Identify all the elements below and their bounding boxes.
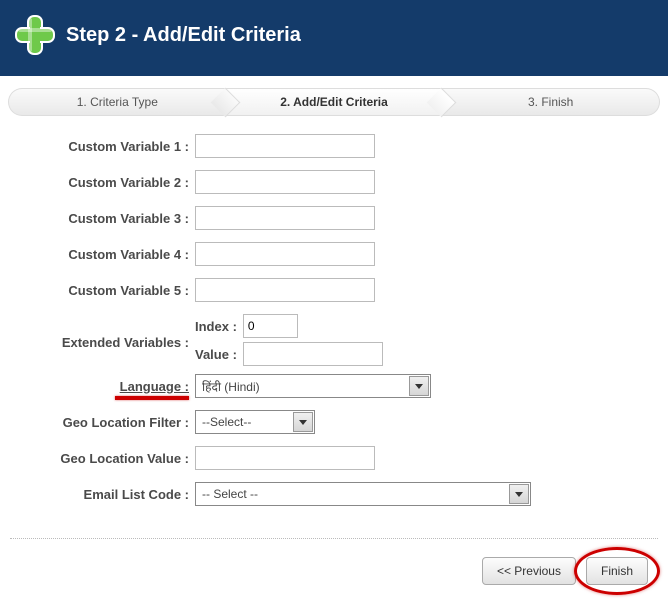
index-input[interactable]: [243, 314, 298, 338]
previous-button[interactable]: << Previous: [482, 557, 576, 585]
custom-var-1-input[interactable]: [195, 134, 375, 158]
geo-filter-select[interactable]: --Select--: [195, 410, 315, 434]
language-select-value: हिंदी (Hindi): [202, 378, 260, 395]
value-input[interactable]: [243, 342, 383, 366]
custom-var-3-label: Custom Variable 3 :: [10, 211, 195, 226]
email-list-select[interactable]: -- Select --: [195, 482, 531, 506]
email-list-value: -- Select --: [202, 487, 258, 501]
wizard-step-label: 1. Criteria Type: [77, 95, 158, 109]
button-row: << Previous Finish: [0, 557, 668, 605]
highlight-marker: [115, 396, 189, 400]
custom-var-2-input[interactable]: [195, 170, 375, 194]
criteria-form: Custom Variable 1 : Custom Variable 2 : …: [0, 134, 668, 528]
custom-var-5-label: Custom Variable 5 :: [10, 283, 195, 298]
wizard-step-1[interactable]: 1. Criteria Type: [8, 88, 226, 116]
geo-filter-value: --Select--: [202, 415, 251, 429]
wizard-steps: 1. Criteria Type 2. Add/Edit Criteria 3.…: [8, 88, 660, 116]
value-label: Value :: [195, 347, 237, 362]
wizard-step-2[interactable]: 2. Add/Edit Criteria: [226, 88, 443, 116]
custom-var-4-label: Custom Variable 4 :: [10, 247, 195, 262]
index-label: Index :: [195, 319, 237, 334]
language-select[interactable]: हिंदी (Hindi): [195, 374, 431, 398]
page-header: Step 2 - Add/Edit Criteria: [0, 0, 668, 76]
wizard-step-label: 2. Add/Edit Criteria: [280, 95, 388, 109]
finish-button[interactable]: Finish: [586, 557, 648, 585]
chevron-down-icon: [293, 412, 313, 432]
geo-filter-label: Geo Location Filter :: [10, 415, 195, 430]
custom-var-2-label: Custom Variable 2 :: [10, 175, 195, 190]
custom-var-4-input[interactable]: [195, 242, 375, 266]
custom-var-5-input[interactable]: [195, 278, 375, 302]
extended-vars-label: Extended Variables :: [10, 335, 195, 350]
plus-icon: [14, 14, 56, 56]
language-label: Language :: [10, 379, 195, 394]
wizard-step-label: 3. Finish: [528, 95, 573, 109]
custom-var-1-label: Custom Variable 1 :: [10, 139, 195, 154]
page-title: Step 2 - Add/Edit Criteria: [66, 24, 301, 47]
geo-value-label: Geo Location Value :: [10, 451, 195, 466]
wizard-step-3[interactable]: 3. Finish: [442, 88, 660, 116]
email-list-label: Email List Code :: [10, 487, 195, 502]
custom-var-3-input[interactable]: [195, 206, 375, 230]
chevron-down-icon: [509, 484, 529, 504]
divider: [10, 538, 658, 539]
chevron-down-icon: [409, 376, 429, 396]
geo-value-input[interactable]: [195, 446, 375, 470]
